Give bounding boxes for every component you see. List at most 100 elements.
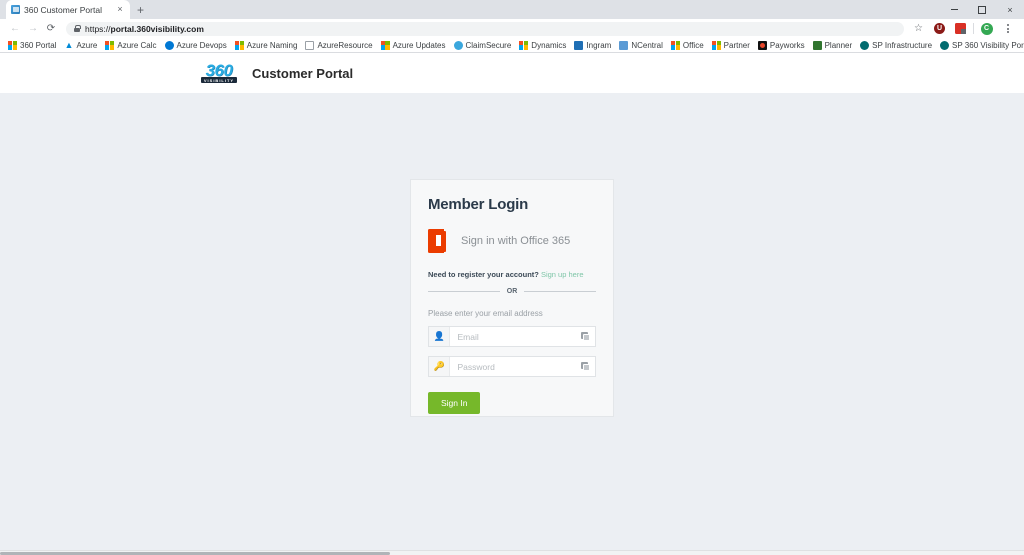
ms-tile-icon [105,40,115,50]
bookmark-ingram[interactable]: Ingram [571,40,616,50]
tab-title: 360 Customer Portal [24,4,102,15]
browser-toolbar: ← → ⟳ https://portal.360visibility.com ☆… [0,19,1024,38]
back-button[interactable]: ← [6,20,24,38]
url-scheme: https:// [85,23,111,34]
bookmark-azure-naming[interactable]: Azure Naming [232,40,303,50]
devops-icon [164,40,174,50]
avatar-glyph: C [980,22,993,35]
office365-icon [428,229,450,253]
sign-up-here-link[interactable]: Sign up here [541,270,584,279]
forward-button[interactable]: → [24,20,42,38]
browser-window: 360 Customer Portal × + × ← → ⟳ https://… [0,0,1024,555]
bookmark-azure[interactable]: ▲ Azure [61,39,102,50]
bookmark-sp-infrastructure[interactable]: SP Infrastructure [857,40,937,50]
register-prompt: Need to register your account? Sign up h… [428,270,596,279]
login-heading: Member Login [428,196,529,213]
or-divider: OR [428,288,596,295]
toolbar-icons: ☆ U C [908,20,1018,38]
ms-tile-icon [519,40,529,50]
bookmark-label: Payworks [769,40,805,50]
menu-dots [1006,24,1009,33]
sign-in-button[interactable]: Sign In [428,392,481,414]
bookmark-label: AzureResource [317,40,373,50]
ingram-icon [574,40,584,50]
bookmark-star-icon[interactable]: ☆ [908,20,929,38]
horizontal-scrollbar[interactable] [0,550,1024,555]
profile-avatar[interactable]: C [976,20,997,38]
or-divider-label: OR [506,288,518,295]
bookmark-azure-updates[interactable]: Azure Updates [378,40,451,50]
azure-icon: ▲ [64,39,74,50]
chrome-menu-icon[interactable] [997,20,1018,38]
url-host: portal.360visibility.com [110,23,204,34]
tab-close-icon[interactable]: × [115,5,125,14]
bookmark-azure-devops[interactable]: Azure Devops [162,40,232,50]
bookmark-label: Ingram [586,40,612,50]
office365-label: Sign in with Office 365 [461,235,571,247]
bookmark-label: Partner [723,40,750,50]
resource-icon [305,40,315,50]
logo-360-text: 360 [205,61,233,80]
reload-button[interactable]: ⟳ [42,20,60,38]
bookmark-sp-360-visibility-portal[interactable]: SP 360 Visibility Por... [937,40,1024,50]
email-hint-text: Please enter your email address [428,309,543,318]
bookmark-office[interactable]: Office [668,40,709,50]
sharepoint-icon [860,40,870,50]
bookmark-label: Planner [824,40,853,50]
key-icon: 🔑 [429,357,451,376]
lock-icon [74,25,81,32]
bookmark-ncentral[interactable]: NCentral [616,40,668,50]
planner-icon [812,40,822,50]
bookmark-label: Dynamics [531,40,567,50]
office365-signin-button[interactable]: Sign in with Office 365 [428,229,596,253]
bookmark-label: Azure Updates [392,40,446,50]
bookmark-label: SP 360 Visibility Por... [952,40,1024,50]
password-autofill-icon[interactable] [575,357,595,376]
bookmark-payworks[interactable]: Payworks [755,40,810,50]
register-prompt-text: Need to register your account? [428,270,539,279]
bookmarks-bar: 360 Portal ▲ Azure Azure Calc Azure Devop… [0,38,1024,53]
window-close-button[interactable]: × [996,0,1024,19]
toolbar-divider [973,23,974,34]
window-minimize-button[interactable] [940,0,968,19]
ncentral-icon [619,40,629,50]
password-input[interactable] [450,357,576,376]
bookmark-label: ClaimSecure [465,40,512,50]
bookmark-planner[interactable]: Planner [810,40,858,50]
ms-tile-icon [8,40,17,50]
bookmark-label: Azure [76,40,98,50]
bookmark-label: Office [682,40,704,50]
star-glyph: ☆ [914,23,923,34]
bookmark-label: NCentral [631,40,663,50]
bookmark-label: SP Infrastructure [872,40,933,50]
tab-strip: 360 Customer Portal × + × [0,0,1024,19]
bookmark-partner[interactable]: Partner [709,40,755,50]
email-input[interactable] [450,327,576,346]
ms-tile-icon [670,40,680,50]
bookmark-label: Azure Devops [176,40,227,50]
email-field-group: 👤 [428,326,596,347]
bookmark-azureresource[interactable]: AzureResource [302,40,377,50]
payworks-icon [757,40,767,50]
page-viewport: 360 VISIBILITY Customer Portal Member Lo… [0,53,1024,555]
new-tab-button[interactable]: + [137,4,144,16]
bookmark-azure-calc[interactable]: Azure Calc [102,40,161,50]
tab-360-customer-portal[interactable]: 360 Customer Portal × [6,0,130,19]
extension-square-icon[interactable] [950,20,971,38]
user-icon: 👤 [429,327,451,346]
ms-tile-icon [380,40,390,50]
site-logo[interactable]: 360 VISIBILITY [198,60,240,87]
bookmark-dynamics[interactable]: Dynamics [516,40,571,50]
window-maximize-button[interactable] [968,0,996,19]
claimsecure-icon [453,40,463,50]
address-bar-url: https://portal.360visibility.com [85,24,204,34]
site-header: 360 VISIBILITY Customer Portal [0,53,1024,93]
extension-red-circle-icon[interactable]: U [929,20,950,38]
bookmark-label: Azure Calc [117,40,157,50]
bookmark-claimsecure[interactable]: ClaimSecure [451,40,517,50]
ms-tile-icon [711,40,721,50]
address-bar[interactable]: https://portal.360visibility.com [66,21,904,36]
bookmark-360-portal[interactable]: 360 Portal [5,40,61,50]
email-autofill-icon[interactable] [575,327,595,346]
sharepoint-icon [940,40,950,50]
